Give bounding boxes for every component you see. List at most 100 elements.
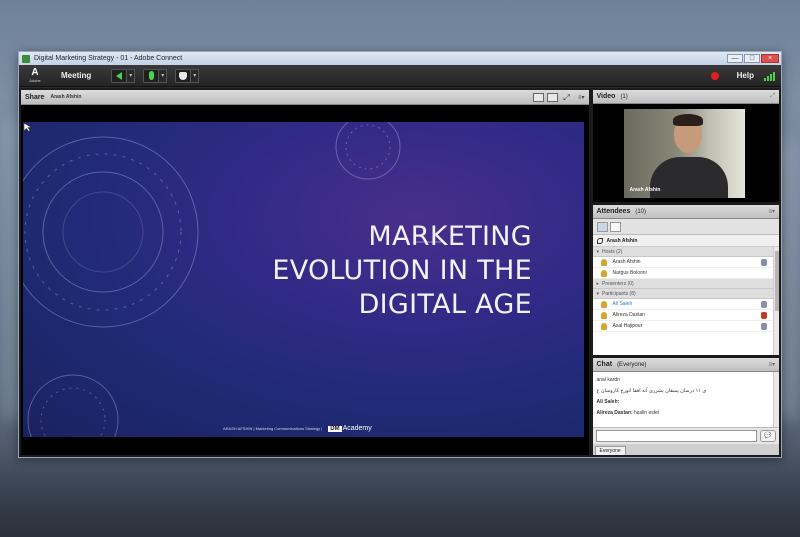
right-column: Video (1) ⤢ Arash Afshin Attendees (10) … [592,90,779,455]
chat-menu-icon[interactable]: ≡▾ [768,361,775,368]
share-pod-menu-icon[interactable]: ≡▾ [578,94,585,101]
group-presenters[interactable]: ▸ Presenters (0) [592,279,779,289]
current-user-name: Arash Afshin [606,237,638,244]
share-pod: Share Arash Afshin ⤢ ≡▾ MARKETING EVOLUT… [21,90,589,455]
chat-input-row: 💬 [592,427,779,444]
app-icon [22,54,30,63]
presentation-slide: MARKETING EVOLUTION IN THE DIGITAL AGE A… [23,122,584,437]
slide-title: MARKETING EVOLUTION IN THE DIGITAL AGE [272,220,532,322]
adobe-logo-text: Adobe [29,78,41,83]
window-controls: — □ × [727,54,779,63]
attendees-menu-icon[interactable]: ≡▾ [768,208,775,215]
attendee-name: Asal Hajipour [612,323,643,329]
user-icon [600,300,607,308]
share-stage: MARKETING EVOLUTION IN THE DIGITAL AGE A… [21,105,589,455]
attendees-pod: Attendees (10) ≡▾ Arash Afshin ▾ Hosts (2… [592,205,779,355]
speaker-icon[interactable] [111,68,128,83]
status-icon [761,259,767,266]
raise-hand-icon[interactable] [175,68,192,83]
chat-message: Alireza Dastan: haslin estel [596,410,660,416]
attendees-pod-header: Attendees (10) ≡▾ [592,205,779,219]
chat-scope: (Everyone) [617,361,647,368]
video-fullscreen-icon[interactable]: ⤢ [770,93,775,100]
chat-message: ی ۱۱ درسان پسقان بشرزی آنه افقا اتورخ کا… [596,388,707,394]
phone-icon [596,237,603,244]
group-hosts-label: Hosts (2) [602,248,623,255]
video-pod-header: Video (1) ⤢ [592,90,779,104]
group-presenters-label: Presenters (0) [602,280,634,287]
mouse-cursor-icon [23,122,33,132]
attendee-scrollbar[interactable] [773,247,779,355]
slide-logo: DM Academy [328,425,372,432]
group-participants-label: Participants (8) [602,290,636,297]
attendee-name: Arash Afshin [612,259,641,265]
attendees-pod-title: Attendees [596,208,631,215]
list-item[interactable]: Alireza Dastan [592,310,779,321]
raise-hand-dropdown[interactable]: ▾ [191,68,200,83]
maximize-button[interactable]: □ [744,54,760,63]
speaker-toggle[interactable]: ▾ [111,68,136,83]
video-count: (1) [620,93,628,100]
video-pod: Video (1) ⤢ Arash Afshin [592,90,779,202]
attendee-name: Nargus Bolooni [612,270,647,276]
status-icon [761,301,767,308]
close-button[interactable]: × [761,54,779,63]
webcam-feed[interactable]: Arash Afshin [623,109,745,198]
group-participants[interactable]: ▾ Participants (8) [592,289,779,299]
attendees-toolbar [592,219,779,235]
speaker-dropdown[interactable]: ▾ [127,68,136,83]
help-menu[interactable]: Help [737,71,754,80]
meeting-menu[interactable]: Meeting [61,71,91,80]
attendee-name: Ali Saleh [612,301,633,307]
minimize-button[interactable]: — [727,54,743,63]
chat-scrollbar[interactable] [773,372,779,427]
slide-footer-text: ARASH AFSHIN | Marketing Communications … [223,426,323,431]
share-presenter-name: Arash Afshin [50,94,82,100]
adobe-connect-window: Digital Marketing Strategy - 01 - Adobe … [18,51,782,458]
attendees-count: (10) [635,208,647,215]
chat-message: anal kardn [596,377,620,383]
connection-signal-icon [764,71,775,81]
microphone-icon[interactable] [143,68,160,83]
slide-logo-box: DM [328,426,342,432]
filmstrip-icon[interactable] [546,92,558,102]
tab-everyone[interactable]: Everyone [594,446,626,455]
video-body: Arash Afshin [592,104,779,202]
list-item[interactable]: Arash Afshin [592,257,779,268]
list-item[interactable]: Asal Hajipour [592,321,779,332]
chat-message: Ali Saleh: [596,399,620,405]
breakout-view-icon[interactable] [609,221,621,232]
share-pod-title: Share [25,93,45,101]
microphone-dropdown[interactable]: ▾ [159,68,168,83]
fullscreen-icon[interactable]: ⤢ [561,93,572,102]
adobe-logo-mark: A [31,67,39,78]
list-view-icon[interactable] [596,221,608,232]
user-icon [600,311,607,319]
chat-pod-header: Chat (Everyone) ≡▾ [592,358,779,372]
chat-send-button[interactable]: 💬 [760,430,776,442]
list-item[interactable]: Nargus Bolooni [592,268,779,279]
group-hosts[interactable]: ▾ Hosts (2) [592,247,779,257]
list-item[interactable]: Ali Saleh [592,299,779,310]
slide-title-line-1: MARKETING [368,221,532,252]
chat-pod: Chat (Everyone) ≡▾ anal kardn ی ۱۱ درسان… [592,358,779,455]
window-title: Digital Marketing Strategy - 01 - Adobe … [34,55,183,62]
microphone-toggle[interactable]: ▾ [143,68,168,83]
raise-hand-toggle[interactable]: ▾ [175,68,200,83]
current-user-row[interactable]: Arash Afshin [592,235,779,247]
record-icon[interactable] [710,71,719,80]
attendee-list: ▾ Hosts (2) Arash Afshin Nargus Bolooni ▸… [592,247,779,355]
status-icon [761,323,767,330]
slide-title-line-2: EVOLUTION IN THE [272,255,532,286]
background-desk [0,447,800,537]
slide-footer: ARASH AFSHIN | Marketing Communications … [223,425,372,432]
chat-input[interactable] [595,430,757,442]
fit-width-icon[interactable] [532,92,544,102]
slide-title-line-3: DIGITAL AGE [358,289,532,320]
chat-tabs: Everyone [592,444,779,455]
user-icon [600,258,607,266]
menu-bar: A Adobe Meeting ▾ ▾ ▾ Help [19,65,781,87]
title-bar: Digital Marketing Strategy - 01 - Adobe … [19,52,781,65]
share-pod-header: Share Arash Afshin ⤢ ≡▾ [21,90,589,105]
user-icon [600,269,607,277]
